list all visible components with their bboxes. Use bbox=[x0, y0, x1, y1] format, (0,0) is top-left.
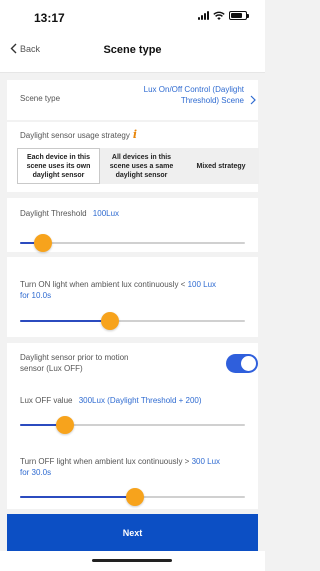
turn-on-lux-value: 100 Lux bbox=[187, 280, 217, 289]
lux-off-slider[interactable] bbox=[20, 416, 245, 434]
home-indicator-area bbox=[0, 551, 265, 571]
slider-thumb[interactable] bbox=[101, 312, 119, 330]
strategy-label: Daylight sensor usage strategy bbox=[20, 131, 130, 140]
turn-on-label: Turn ON light when ambient lux continuou… bbox=[20, 280, 186, 289]
lux-off-row: Lux OFF value 300Lux (Daylight Threshold… bbox=[20, 396, 202, 405]
toggle-knob bbox=[241, 356, 256, 371]
strategy-option-text: Each device in this scene uses its own d… bbox=[27, 153, 91, 180]
turn-off-line1: Turn OFF light when ambient lux continuo… bbox=[20, 456, 250, 467]
strategy-label-row: Daylight sensor usage strategy i bbox=[20, 128, 137, 141]
scene-type-value: Lux On/Off Control (Daylight Threshold) … bbox=[144, 84, 244, 106]
turn-off-label: Turn OFF light when ambient lux continuo… bbox=[20, 457, 190, 466]
prior-motion-line2: sensor (Lux OFF) bbox=[20, 364, 83, 373]
status-time: 13:17 bbox=[34, 11, 65, 25]
strategy-option-text: Mixed strategy bbox=[196, 162, 245, 171]
prior-motion-toggle[interactable] bbox=[226, 354, 258, 373]
home-indicator bbox=[92, 559, 172, 562]
turn-off-lux-value: 300 Lux bbox=[191, 457, 221, 466]
strategy-option-line: scene uses a same bbox=[109, 162, 174, 170]
prior-motion-label: Daylight sensor prior to motion sensor (… bbox=[20, 352, 129, 374]
info-icon[interactable]: i bbox=[133, 128, 137, 141]
daylight-threshold-row: Daylight Threshold 100Lux bbox=[20, 209, 119, 218]
strategy-option-line: Each device in this bbox=[26, 153, 91, 161]
strategy-option-text: All devices in this scene uses a same da… bbox=[110, 153, 173, 180]
scene-type-row[interactable]: Scene type Lux On/Off Control (Daylight … bbox=[7, 80, 258, 120]
strategy-option-line: All devices in this bbox=[111, 153, 172, 161]
turn-off-text: Turn OFF light when ambient lux continuo… bbox=[20, 456, 250, 478]
turn-on-duration: for 10.0s bbox=[20, 291, 52, 300]
daylight-threshold-slider[interactable] bbox=[20, 234, 245, 252]
daylight-threshold-label: Daylight Threshold bbox=[20, 209, 87, 218]
nav-bar: Back Scene type bbox=[0, 30, 265, 73]
next-button[interactable]: Next bbox=[7, 514, 258, 551]
slider-fill bbox=[20, 320, 110, 322]
scene-type-label: Scene type bbox=[20, 94, 61, 103]
prior-motion-line1: Daylight sensor prior to motion bbox=[20, 353, 129, 362]
status-bar: 13:17 bbox=[0, 0, 265, 30]
signal-icon bbox=[198, 11, 209, 20]
daylight-threshold-value: 100Lux bbox=[92, 209, 120, 218]
strategy-option-line: daylight sensor bbox=[32, 171, 85, 179]
strategy-option-line: scene uses its own bbox=[26, 162, 91, 170]
slider-thumb[interactable] bbox=[33, 234, 52, 252]
next-label: Next bbox=[122, 527, 143, 538]
turn-off-slider[interactable] bbox=[20, 488, 245, 506]
turn-on-line1: Turn ON light when ambient lux continuou… bbox=[20, 279, 250, 290]
battery-level bbox=[231, 13, 243, 18]
slider-fill bbox=[20, 496, 135, 498]
slider-thumb[interactable] bbox=[125, 488, 144, 506]
scene-type-value-line2: Threshold) Scene bbox=[180, 96, 244, 105]
strategy-option-mixed[interactable]: Mixed strategy bbox=[183, 148, 259, 184]
scene-type-value-line1: Lux On/Off Control (Daylight bbox=[143, 85, 244, 94]
slider-track bbox=[20, 242, 245, 244]
strategy-option-line: daylight sensor bbox=[115, 171, 168, 179]
lux-off-label: Lux OFF value bbox=[20, 396, 73, 405]
slider-thumb[interactable] bbox=[56, 416, 74, 434]
page-title: Scene type bbox=[103, 44, 162, 56]
strategy-option-own-sensor[interactable]: Each device in this scene uses its own d… bbox=[17, 148, 100, 184]
wifi-icon bbox=[213, 11, 225, 20]
chevron-right-icon bbox=[250, 95, 256, 105]
lux-off-value: 300Lux (Daylight Threshold + 200) bbox=[78, 396, 202, 405]
turn-on-slider[interactable] bbox=[20, 312, 245, 330]
strategy-option-line: Mixed strategy bbox=[196, 162, 246, 170]
status-icons bbox=[198, 11, 249, 20]
turn-off-duration: for 30.0s bbox=[20, 468, 52, 477]
turn-on-text: Turn ON light when ambient lux continuou… bbox=[20, 279, 250, 301]
battery-icon bbox=[229, 11, 249, 20]
strategy-option-same-sensor[interactable]: All devices in this scene uses a same da… bbox=[100, 148, 183, 184]
